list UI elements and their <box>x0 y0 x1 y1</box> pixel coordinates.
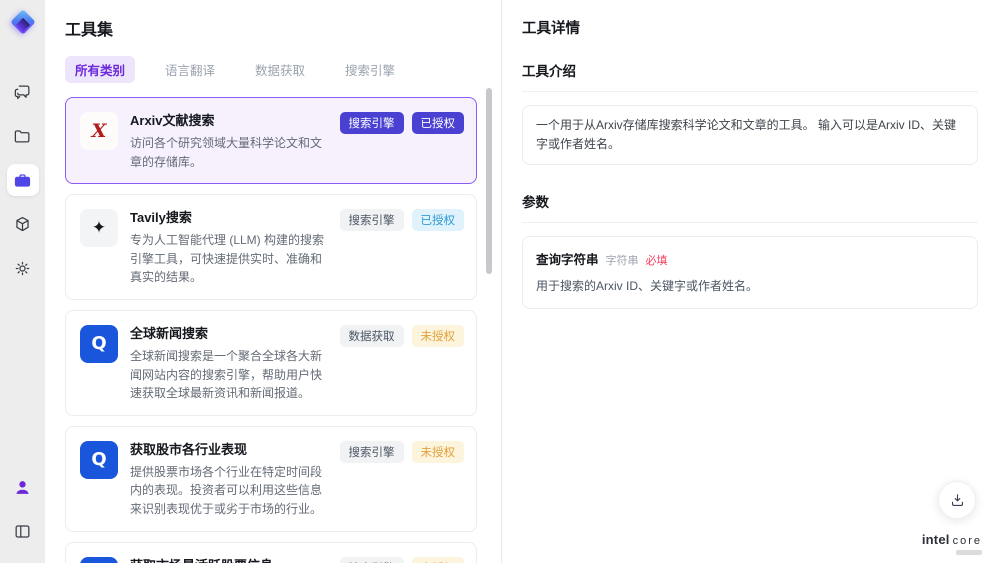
cube-icon[interactable] <box>7 208 39 240</box>
collapse-panel-icon[interactable] <box>7 515 39 547</box>
tool-name: Arxiv文献搜索 <box>130 113 215 128</box>
tab-search-engine[interactable]: 搜索引擎 <box>335 56 405 83</box>
auth-status-badge: 未授权 <box>411 440 464 463</box>
tool-description: 访问各个研究领域大量科学论文和文章的存储库。 <box>130 136 323 169</box>
folder-icon[interactable] <box>7 120 39 152</box>
tool-intro-card: 一个用于从Arxiv存储库搜索科学论文和文章的工具。 输入可以是Arxiv ID… <box>522 105 978 166</box>
user-avatar-icon[interactable] <box>7 471 39 503</box>
intro-section-heading: 工具介绍 <box>522 60 978 92</box>
category-badge: 搜索引擎 <box>339 440 404 463</box>
settings-gear-icon[interactable] <box>7 252 39 284</box>
tool-card-list: X Arxiv文献搜索 访问各个研究领域大量科学论文和文章的存储库。 搜索引擎 已授权 ✦… <box>65 97 477 563</box>
intel-wordmark: intel <box>921 531 950 547</box>
parameter-required-flag: 必填 <box>645 255 668 268</box>
intel-sub-badge <box>956 550 982 555</box>
tool-name: 获取市场最活跃股票信息 <box>130 555 328 563</box>
intel-core-logo: intel core <box>921 531 982 555</box>
tool-description: 专为人工智能代理 (LLM) 构建的搜索引擎工具，可快速提供实时、准确和真实的结… <box>130 233 325 285</box>
parameter-name: 查询字符串 <box>536 253 599 268</box>
tab-translation[interactable]: 语言翻译 <box>155 56 225 83</box>
tool-card[interactable]: Q 获取股市各行业表现提供股票市场各个行业在特定时间段内的表现。投资者可以利用这些… <box>65 425 477 532</box>
parameter-type: 字符串 <box>605 255 639 268</box>
category-badge: 搜索引擎 <box>339 556 404 563</box>
tavily-sparkle-icon: ✦ <box>80 209 118 248</box>
scrollbar-thumb[interactable] <box>486 88 492 274</box>
tool-card[interactable]: Q 全球新闻搜索全球新闻搜索是一个聚合全球各大新闻网站内容的搜索引擎，帮助用户快速… <box>65 309 477 416</box>
auth-status-badge: 未授权 <box>411 556 464 563</box>
left-sidebar <box>0 0 45 563</box>
news-q-logo-icon: Q <box>80 556 118 563</box>
toolbox-icon[interactable] <box>6 164 39 196</box>
news-q-logo-icon: Q <box>80 324 118 363</box>
tool-name: 获取股市各行业表现 <box>130 441 248 457</box>
category-tabs: 所有类别 语言翻译 数据获取 搜索引擎 <box>65 56 477 83</box>
detail-title: 工具详情 <box>522 21 580 37</box>
tool-card[interactable]: X Arxiv文献搜索访问各个研究领域大量科学论文和文章的存储库。 搜索引擎 已授权 <box>65 97 477 185</box>
arxiv-logo-icon: X <box>80 112 118 150</box>
parameter-card: 查询字符串 字符串 必填 用于搜索的Arxiv ID、关键字或作者姓名。 <box>522 236 978 310</box>
params-section-heading: 参数 <box>522 191 978 224</box>
tool-list-panel: 工具集 所有类别 语言翻译 数据获取 搜索引擎 X Arxiv文献搜索 访问各个研究领域大… <box>45 0 502 563</box>
download-icon <box>951 493 963 506</box>
tool-name: 全球新闻搜索 <box>130 325 209 341</box>
news-q-logo-icon: Q <box>80 440 118 479</box>
category-badge: 搜索引擎 <box>339 112 404 134</box>
page-title: 工具集 <box>65 22 114 39</box>
app-logo <box>7 9 39 42</box>
tool-card[interactable]: Q获取市场最活跃股票信息提供当天交易量最高的股票列表，投资者可以利用这些信息来识… <box>65 541 477 563</box>
core-wordmark: core <box>952 534 982 547</box>
auth-status-badge: 未授权 <box>411 324 464 347</box>
tab-data-fetch[interactable]: 数据获取 <box>245 56 315 83</box>
chat-icon[interactable] <box>7 76 39 108</box>
tool-detail-panel: 工具详情 工具介绍 一个用于从Arxiv存储库搜索科学论文和文章的工具。 输入可… <box>502 0 1000 563</box>
category-badge: 搜索引擎 <box>339 209 404 232</box>
download-button[interactable] <box>938 481 976 519</box>
auth-status-badge: 已授权 <box>411 112 464 134</box>
auth-status-badge: 已授权 <box>411 209 464 232</box>
tool-description: 提供股票市场各个行业在特定时间段内的表现。投资者可以利用这些信息来识别表现优于或… <box>130 464 323 516</box>
parameter-description: 用于搜索的Arxiv ID、关键字或作者姓名。 <box>536 279 759 294</box>
tool-card[interactable]: ✦ Tavily搜索专为人工智能代理 (LLM) 构建的搜索引擎工具，可快速提供实… <box>65 194 477 300</box>
tool-name: Tavily搜索 <box>130 210 192 226</box>
category-badge: 数据获取 <box>339 324 404 347</box>
tab-all-categories[interactable]: 所有类别 <box>65 56 136 83</box>
tool-description: 全球新闻搜索是一个聚合全球各大新闻网站内容的搜索引擎，帮助用户快速获取全球最新资… <box>130 348 323 401</box>
